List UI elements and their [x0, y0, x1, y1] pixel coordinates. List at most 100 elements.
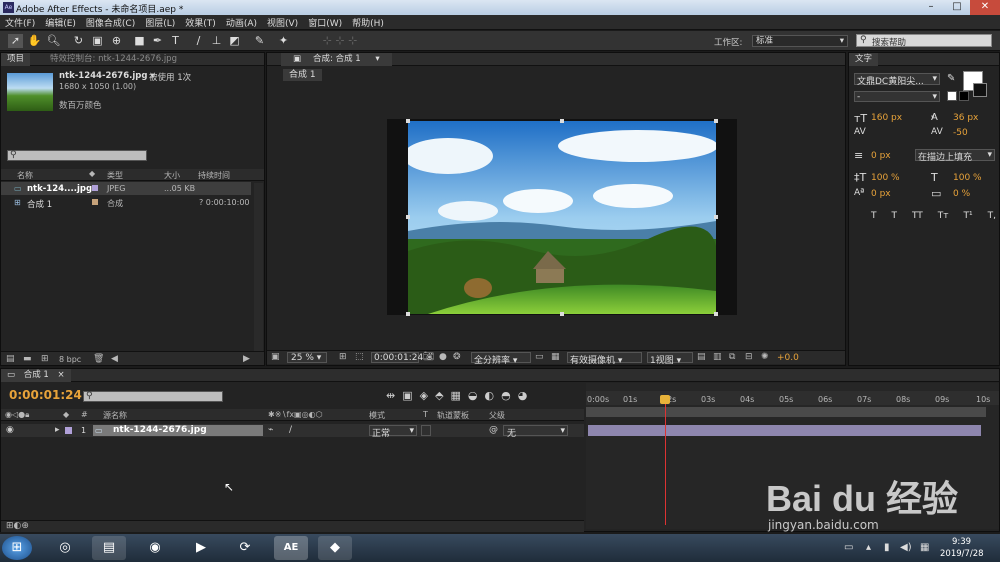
timeline-switch-icons[interactable]: ⇹▣◈⬘▦◒◐◓◕	[386, 389, 586, 402]
pan-behind-tool-icon[interactable]: ⊕	[109, 34, 124, 48]
tab-project[interactable]: 项目	[1, 53, 31, 66]
menu-effect[interactable]: 效果(T)	[180, 15, 221, 30]
blend-mode-select[interactable]: 正常 ▾	[369, 425, 417, 439]
network-icon[interactable]: ▦	[920, 542, 929, 553]
stroke-color-swatch[interactable]	[973, 83, 987, 97]
timeline-icon[interactable]: ⧉	[729, 352, 735, 362]
tray-arrow-icon[interactable]: ▴	[866, 542, 871, 553]
handle-top-right[interactable]	[714, 119, 718, 123]
preserve-transparency-checkbox[interactable]	[421, 425, 431, 436]
clock-date[interactable]: 2019/7/28	[940, 549, 984, 559]
region-of-interest-icon[interactable]: ▭	[535, 352, 544, 362]
bit-depth[interactable]: 8 bpc	[59, 355, 81, 364]
col-t[interactable]: T	[423, 410, 428, 419]
menu-animation[interactable]: 动画(A)	[221, 15, 262, 30]
project-scrollbar[interactable]	[254, 183, 263, 358]
safe-zones-icon[interactable]: ⊞	[339, 352, 347, 362]
notes-app-icon[interactable]: ◆	[318, 536, 352, 560]
project-search-input[interactable]: ⚲	[7, 150, 147, 161]
col-duration[interactable]: 持续时间	[198, 170, 230, 181]
hand-tool-icon[interactable]: ✋	[27, 34, 42, 48]
new-comp-icon[interactable]: ⊞	[41, 354, 49, 364]
camera-tool-icon[interactable]: ▣	[90, 34, 105, 48]
clone-stamp-tool-icon[interactable]: ⊥	[209, 34, 224, 48]
clock-time[interactable]: 9:39	[952, 537, 971, 547]
current-time[interactable]: 0:00:01:24	[371, 352, 423, 363]
handle-top[interactable]	[560, 119, 564, 123]
handle-left[interactable]	[406, 215, 410, 219]
media-center-icon[interactable]: ◎	[48, 536, 82, 560]
eraser-tool-icon[interactable]: ◩	[227, 34, 242, 48]
scroll-left-icon[interactable]: ◀	[111, 354, 118, 364]
vertical-scale-value[interactable]: 100 %	[871, 173, 900, 183]
shy-icon[interactable]: ⌁	[268, 425, 273, 435]
col-trkmat[interactable]: 轨道蒙板	[437, 410, 469, 421]
black-swatch[interactable]	[959, 91, 969, 101]
small-caps-button[interactable]: Tт	[938, 211, 949, 221]
scroll-right-icon[interactable]: ▶	[243, 354, 250, 364]
flowchart-icon[interactable]: ⊟	[745, 352, 753, 362]
font-style-select[interactable]: - ▾	[854, 91, 940, 102]
white-swatch[interactable]	[947, 91, 957, 101]
zoom-tool-icon[interactable]: 🔍︎	[46, 34, 61, 48]
maximize-button[interactable]: □	[944, 0, 970, 15]
exposure-value[interactable]: +0.0	[777, 353, 799, 363]
col-size[interactable]: 大小	[164, 170, 180, 181]
menu-file[interactable]: 文件(F)	[0, 15, 40, 30]
menu-window[interactable]: 窗口(W)	[303, 15, 347, 30]
col-parent[interactable]: 父级	[489, 410, 505, 421]
close-tab-icon[interactable]: ▾	[369, 53, 385, 66]
parent-select[interactable]: 无 ▾	[503, 425, 568, 439]
playhead-handle[interactable]	[660, 395, 670, 404]
eyedropper-icon[interactable]: ✎	[947, 73, 955, 84]
baseline-shift-value[interactable]: 0 px	[871, 189, 891, 199]
pick-whip-icon[interactable]: @	[489, 425, 498, 435]
minimize-button[interactable]: –	[918, 0, 944, 15]
toggle-panes-icon[interactable]: ⊞◐⊕	[6, 521, 29, 531]
layer-label-swatch[interactable]	[65, 427, 72, 434]
time-ruler[interactable]: 0:00s 01s 02s 03s 04s 05s 06s 07s 08s 09…	[586, 391, 999, 405]
superscript-button[interactable]: T¹	[964, 211, 973, 221]
puppet-tool-icon[interactable]: ✦	[276, 34, 291, 48]
rectangle-tool-icon[interactable]: ■	[132, 34, 147, 48]
brush-tool-icon[interactable]: ∕	[191, 34, 206, 48]
font-size-value[interactable]: 160 px	[871, 113, 902, 123]
views-select[interactable]: 1视图 ▾	[647, 352, 693, 366]
start-button[interactable]: ⊞	[2, 536, 32, 560]
always-preview-icon[interactable]: ▣	[271, 352, 280, 362]
trash-icon[interactable]: 🗑︎	[93, 354, 104, 364]
handle-right[interactable]	[714, 215, 718, 219]
mask-visibility-icon[interactable]: ⬚	[355, 352, 364, 362]
after-effects-taskbar-icon[interactable]: AE	[274, 536, 308, 560]
work-area-bar[interactable]	[586, 407, 986, 417]
layer-duration-bar[interactable]	[588, 425, 981, 436]
video-editor-icon[interactable]: ▶	[184, 536, 218, 560]
tsume-value[interactable]: 0 %	[953, 189, 970, 199]
resolution-select[interactable]: 全分辨率 ▾	[471, 352, 531, 366]
tab-composition[interactable]: ▣ 合成: 合成 1 ▾	[281, 53, 392, 66]
all-caps-button[interactable]: TT	[912, 211, 923, 221]
handle-bottom-right[interactable]	[714, 312, 718, 316]
visibility-eye-icon[interactable]: ◉	[6, 425, 14, 435]
subscript-button[interactable]: T,	[988, 211, 996, 221]
new-folder-icon[interactable]: ▬	[23, 354, 32, 364]
keyboard-icon[interactable]: ▭	[844, 542, 853, 553]
rotate-tool-icon[interactable]: ↻	[71, 34, 86, 48]
col-type[interactable]: 类型	[107, 170, 123, 181]
show-snapshot-icon[interactable]: ●	[439, 352, 447, 362]
faux-italic-button[interactable]: T	[891, 211, 897, 221]
volume-icon[interactable]: ◀)	[900, 542, 912, 553]
project-item-footage[interactable]: ▭ ntk-124....jpg JPEG ...05 KB	[1, 182, 251, 195]
menu-edit[interactable]: 编辑(E)	[40, 15, 81, 30]
menu-help[interactable]: 帮助(H)	[347, 15, 389, 30]
file-explorer-icon[interactable]: ▤	[92, 536, 126, 560]
workspace-select[interactable]: 标准 ▾	[752, 35, 848, 47]
menu-layer[interactable]: 图层(L)	[140, 15, 180, 30]
project-item-comp[interactable]: ⊞ 合成 1 合成 ? 0:00:10:00	[1, 196, 251, 210]
timeline-search-input[interactable]: ⚲	[83, 391, 223, 402]
roto-brush-tool-icon[interactable]: ✎	[252, 34, 267, 48]
help-search-input[interactable]: ⚲ 搜索帮助	[856, 34, 992, 48]
tracking-value[interactable]: -50	[953, 128, 968, 138]
fast-previews-icon[interactable]: ▥	[713, 352, 722, 362]
handle-top-left[interactable]	[406, 119, 410, 123]
